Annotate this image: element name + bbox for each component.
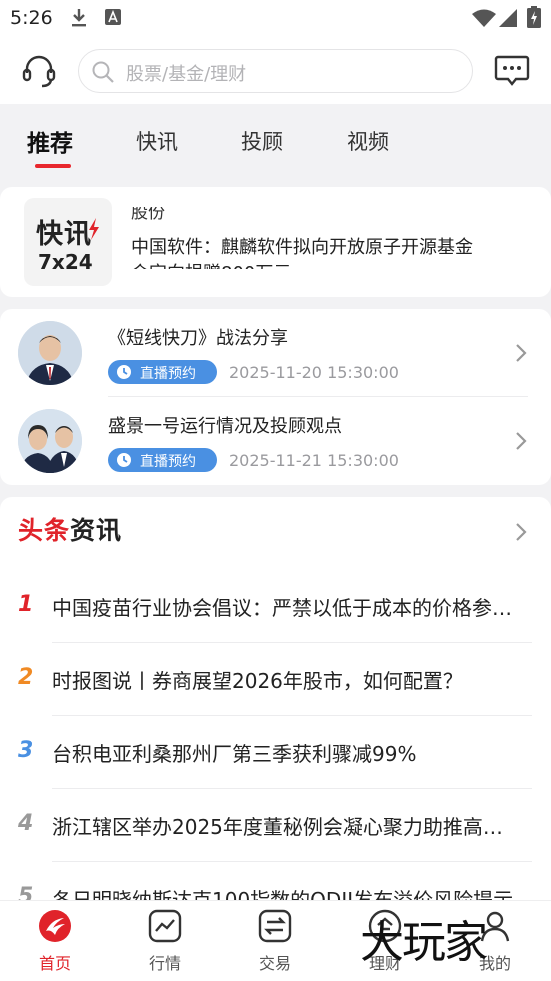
active-tab-indicator xyxy=(35,164,71,168)
watermark-logo: 大玩家 xyxy=(360,917,488,968)
battery-charging-icon xyxy=(527,6,541,28)
advisor-avatar xyxy=(18,409,82,473)
flash-news-tag: 股份 xyxy=(131,207,165,223)
headlines-title-dark: 资讯 xyxy=(70,516,123,545)
live-item[interactable]: 盛景一号运行情况及投顾观点 直播预约 2025-11-21 15:30:00 xyxy=(0,397,551,485)
headlines-title: 头条资讯 xyxy=(18,511,122,547)
news-title: 浙江辖区举办2025年度董秘例会凝心聚力助推高质量发展 xyxy=(52,815,522,839)
search-input[interactable]: 股票/基金/理财 xyxy=(78,49,473,93)
news-item[interactable]: 3 台积电亚利桑那州厂第三季获利骤减99% xyxy=(0,716,551,789)
flash-logo-subtext: 7x24 xyxy=(38,250,93,274)
live-badge-label: 直播预约 xyxy=(140,454,196,470)
news-rank: 1 xyxy=(18,592,34,617)
news-rank: 3 xyxy=(18,738,34,763)
live-time: 2025-11-20 15:30:00 xyxy=(229,363,399,382)
tab-recommend[interactable]: 推荐 xyxy=(27,124,73,158)
download-icon xyxy=(72,9,86,27)
news-item[interactable]: 2 时报图说丨券商展望2026年股市，如何配置？ xyxy=(0,643,551,716)
nav-trade[interactable]: 交易 xyxy=(240,909,310,975)
live-item[interactable]: 《短线快刀》战法分享 直播预约 2025-11-20 15:30:00 xyxy=(0,309,551,397)
status-bar: 5:26 xyxy=(0,0,551,38)
advisor-avatar xyxy=(18,321,82,385)
home-logo-icon xyxy=(39,910,71,942)
wifi-icon xyxy=(472,9,496,27)
clock-icon xyxy=(117,453,131,467)
clock-icon xyxy=(117,365,131,379)
nav-label: 行情 xyxy=(148,954,181,973)
live-time: 2025-11-21 15:30:00 xyxy=(229,451,399,470)
news-item[interactable]: 1 中国疫苗行业协会倡议：严禁以低于成本的价格参与竞争 xyxy=(0,570,551,643)
news-title: 中国疫苗行业协会倡议：严禁以低于成本的价格参与竞争 xyxy=(52,596,522,620)
headlines-card: 头条资讯 1 中国疫苗行业协会倡议：严禁以低于成本的价格参与竞争 2 时报图说丨… xyxy=(0,497,551,917)
nav-market[interactable]: 行情 xyxy=(130,909,200,975)
tab-advisor[interactable]: 投顾 xyxy=(241,126,283,156)
keyboard-a-icon xyxy=(105,9,121,25)
message-icon[interactable] xyxy=(494,54,530,88)
signal-icon xyxy=(499,9,517,27)
chart-line-icon xyxy=(148,909,182,943)
nav-home[interactable]: 首页 xyxy=(20,909,90,975)
live-reserve-badge[interactable]: 直播预约 xyxy=(108,360,217,384)
tab-video[interactable]: 视频 xyxy=(347,126,389,156)
news-item[interactable]: 4 浙江辖区举办2025年度董秘例会凝心聚力助推高质量发展 xyxy=(0,789,551,862)
flash-news-ticker: 股份 中国软件：麒麟软件拟向开放原子开源基金 会定向捐赠800万元 xyxy=(131,207,536,269)
live-reserve-badge[interactable]: 直播预约 xyxy=(108,448,217,472)
headlines-more-chevron-icon[interactable] xyxy=(513,521,529,543)
chevron-right-icon xyxy=(516,344,527,362)
flash-news-logo: 快讯 7x24 xyxy=(24,198,112,286)
live-badge-label: 直播预约 xyxy=(140,366,196,382)
flash-news-card[interactable]: 快讯 7x24 股份 中国软件：麒麟软件拟向开放原子开源基金 会定向捐赠800万… xyxy=(0,187,551,297)
news-title: 台积电亚利桑那州厂第三季获利骤减99% xyxy=(52,742,417,766)
live-title: 《短线快刀》战法分享 xyxy=(108,328,288,349)
lightning-icon xyxy=(89,218,99,240)
search-header: 股票/基金/理财 xyxy=(0,38,551,104)
flash-news-line: 中国软件：麒麟软件拟向开放原子开源基金 xyxy=(131,237,473,258)
customer-service-icon[interactable] xyxy=(20,52,58,90)
search-placeholder: 股票/基金/理财 xyxy=(126,64,247,85)
tab-flash-news[interactable]: 快讯 xyxy=(136,126,178,156)
news-rank: 4 xyxy=(18,811,34,836)
search-icon xyxy=(92,61,114,83)
flash-logo-text: 快讯 xyxy=(36,219,92,250)
live-sessions-card: 《短线快刀》战法分享 直播预约 2025-11-20 15:30:00 盛景一号… xyxy=(0,309,551,485)
exchange-icon xyxy=(258,909,292,943)
flash-news-line-2: 会定向捐赠800万元 xyxy=(131,261,536,269)
live-title: 盛景一号运行情况及投顾观点 xyxy=(108,416,342,437)
nav-label: 首页 xyxy=(38,954,71,973)
nav-label: 交易 xyxy=(258,954,291,973)
category-tabs: 推荐 快讯 投顾 视频 xyxy=(0,104,551,186)
status-time: 5:26 xyxy=(10,7,53,29)
news-rank: 2 xyxy=(18,665,34,690)
news-title: 时报图说丨券商展望2026年股市，如何配置？ xyxy=(52,669,463,693)
headlines-title-red: 头条 xyxy=(18,516,71,545)
chevron-right-icon xyxy=(516,432,527,450)
